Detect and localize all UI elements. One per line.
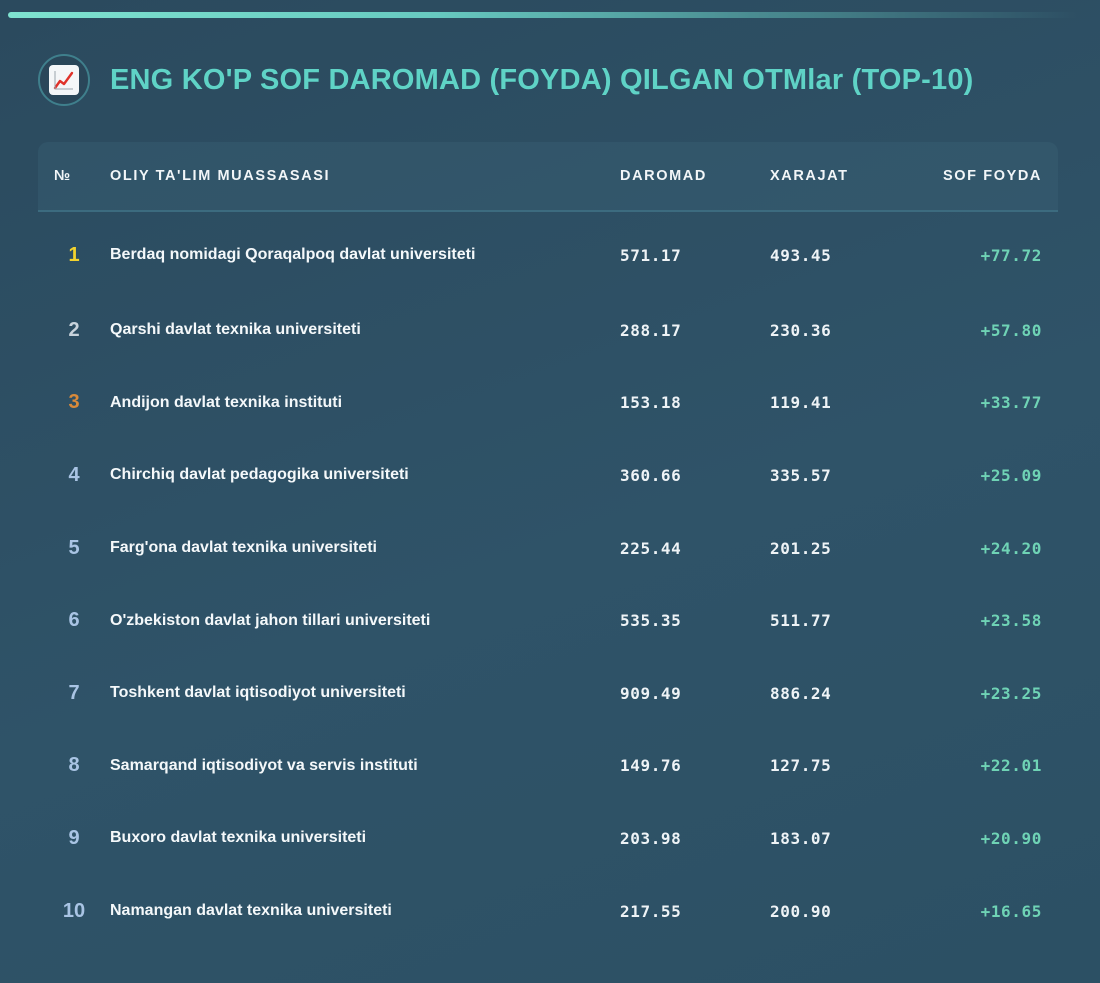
- expense-value: 335.57: [770, 465, 832, 485]
- institution-name: Samarqand iqtisodiyot va servis institut…: [110, 756, 418, 774]
- institution-name: Chirchiq davlat pedagogika universiteti: [110, 466, 409, 484]
- page-title: ENG KO'P SOF DAROMAD (FOYDA) QILGAN OTMl…: [110, 63, 974, 96]
- net-profit-value: +23.25: [980, 683, 1042, 703]
- institution-name: Namangan davlat texnika universiteti: [110, 902, 392, 920]
- institution-name: Andijon davlat texnika instituti: [110, 393, 343, 411]
- rank-badge: 6: [68, 609, 80, 632]
- expense-value: 183.07: [770, 828, 832, 848]
- net-profit-value: +33.77: [980, 393, 1042, 413]
- rank-badge: 9: [68, 826, 80, 849]
- expense-value: 230.36: [770, 320, 832, 340]
- rank-badge: 8: [68, 754, 80, 777]
- table-header: № OLIY TA'LIM MUASSASASI DAROMAD XARAJAT…: [38, 142, 1058, 212]
- net-profit-value: +20.90: [980, 828, 1042, 848]
- table-row[interactable]: 5 Farg'ona davlat texnika universiteti 2…: [38, 512, 1058, 585]
- income-value: 360.66: [620, 465, 682, 485]
- income-value: 225.44: [620, 538, 682, 558]
- header-net-profit[interactable]: SOF FOYDA: [920, 168, 1058, 184]
- rank-badge: 3: [68, 391, 80, 414]
- table-row[interactable]: 8 Samarqand iqtisodiyot va servis instit…: [38, 730, 1058, 803]
- expense-value: 119.41: [770, 393, 832, 413]
- institution-name: O'zbekiston davlat jahon tillari univers…: [110, 611, 431, 629]
- ranking-table: № OLIY TA'LIM MUASSASASI DAROMAD XARAJAT…: [38, 142, 1058, 947]
- table-body: 1 Berdaq nomidagi Qoraqalpoq davlat univ…: [38, 212, 1058, 947]
- header-income[interactable]: DAROMAD: [620, 168, 770, 184]
- table-row[interactable]: 1 Berdaq nomidagi Qoraqalpoq davlat univ…: [38, 216, 1058, 294]
- chart-increasing-icon: [38, 54, 90, 106]
- rank-badge: 7: [68, 681, 80, 704]
- income-value: 571.17: [620, 245, 682, 265]
- institution-name: Qarshi davlat texnika universiteti: [110, 321, 361, 339]
- table-row[interactable]: 9 Buxoro davlat texnika universiteti 203…: [38, 802, 1058, 875]
- net-profit-value: +77.72: [980, 245, 1042, 265]
- page-header: ENG KO'P SOF DAROMAD (FOYDA) QILGAN OTMl…: [38, 52, 974, 108]
- header-num[interactable]: №: [38, 168, 110, 184]
- net-profit-value: +22.01: [980, 756, 1042, 776]
- top-accent-bar: [8, 12, 1078, 18]
- expense-value: 201.25: [770, 538, 832, 558]
- header-name[interactable]: OLIY TA'LIM MUASSASASI: [110, 168, 620, 184]
- institution-name: Toshkent davlat iqtisodiyot universiteti: [110, 684, 406, 702]
- table-row[interactable]: 10 Namangan davlat texnika universiteti …: [38, 875, 1058, 948]
- expense-value: 493.45: [770, 245, 832, 265]
- rank-badge: 1: [68, 243, 80, 266]
- table-row[interactable]: 3 Andijon davlat texnika instituti 153.1…: [38, 367, 1058, 440]
- institution-name: Berdaq nomidagi Qoraqalpoq davlat univer…: [110, 246, 476, 263]
- income-value: 535.35: [620, 611, 682, 631]
- expense-value: 127.75: [770, 756, 832, 776]
- expense-value: 511.77: [770, 611, 832, 631]
- net-profit-value: +16.65: [980, 901, 1042, 921]
- rank-badge: 10: [62, 899, 86, 922]
- expense-value: 200.90: [770, 901, 832, 921]
- table-row[interactable]: 2 Qarshi davlat texnika universiteti 288…: [38, 294, 1058, 367]
- rank-badge: 4: [68, 463, 80, 486]
- income-value: 909.49: [620, 683, 682, 703]
- net-profit-value: +23.58: [980, 611, 1042, 631]
- net-profit-value: +57.80: [980, 320, 1042, 340]
- table-row[interactable]: 6 O'zbekiston davlat jahon tillari unive…: [38, 584, 1058, 657]
- income-value: 288.17: [620, 320, 682, 340]
- expense-value: 886.24: [770, 683, 832, 703]
- income-value: 217.55: [620, 901, 682, 921]
- income-value: 203.98: [620, 828, 682, 848]
- income-value: 149.76: [620, 756, 682, 776]
- net-profit-value: +24.20: [980, 538, 1042, 558]
- table-row[interactable]: 4 Chirchiq davlat pedagogika universitet…: [38, 439, 1058, 512]
- income-value: 153.18: [620, 393, 682, 413]
- header-expense[interactable]: XARAJAT: [770, 168, 920, 184]
- table-row[interactable]: 7 Toshkent davlat iqtisodiyot universite…: [38, 657, 1058, 730]
- net-profit-value: +25.09: [980, 465, 1042, 485]
- rank-badge: 2: [68, 318, 80, 341]
- institution-name: Buxoro davlat texnika universiteti: [110, 829, 367, 847]
- rank-badge: 5: [68, 536, 80, 559]
- institution-name: Farg'ona davlat texnika universiteti: [110, 539, 377, 557]
